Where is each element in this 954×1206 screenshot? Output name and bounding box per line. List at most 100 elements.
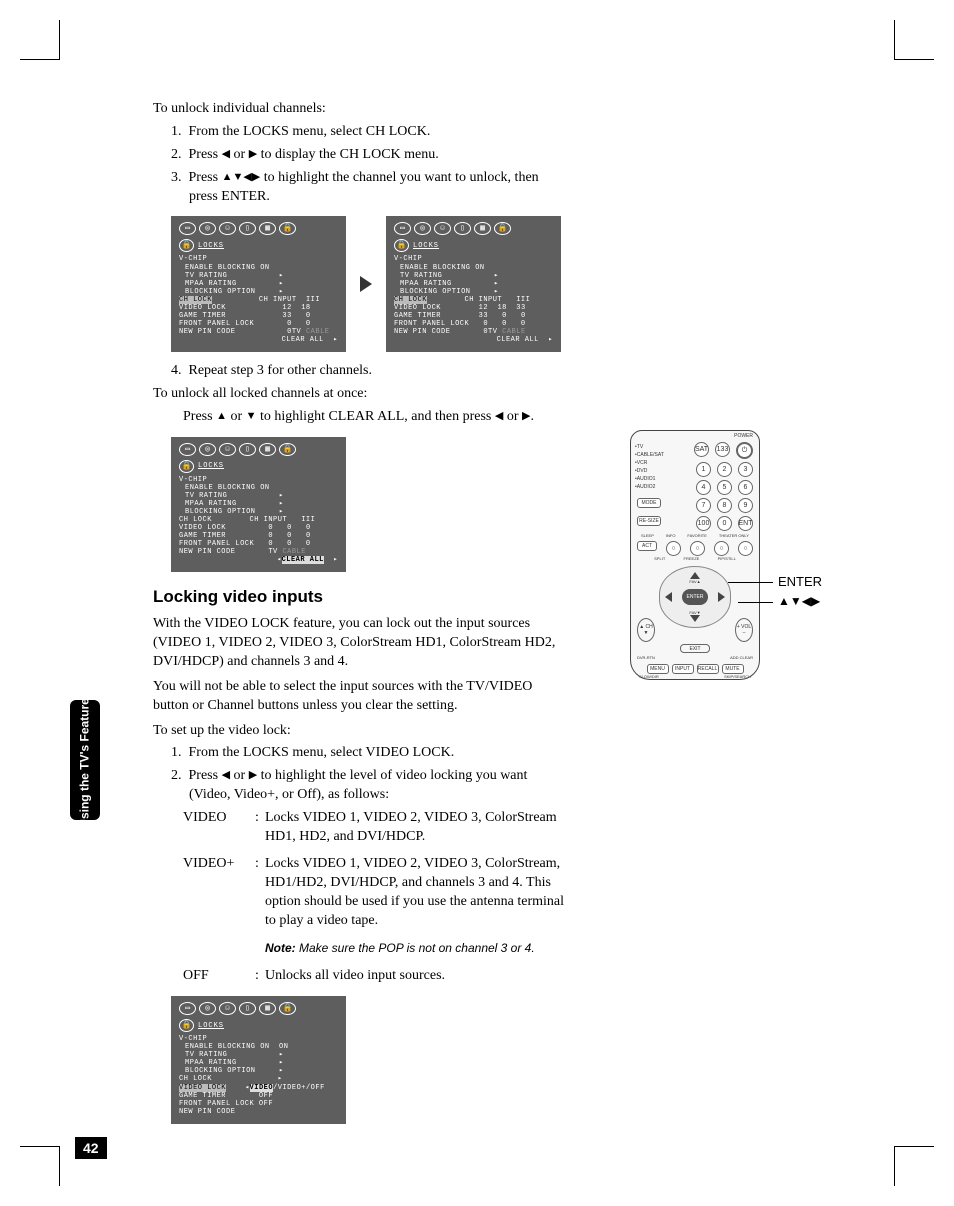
num-0-button[interactable]: 0 (717, 516, 732, 531)
mute-button[interactable]: MUTE (722, 664, 744, 674)
step-4: 4. Repeat step 3 for other channels. (171, 362, 568, 381)
osd-figure-row-2: ▭◎☺▯▦🔒 🔒LOCKS V-CHIP ENABLE BLOCKING ON … (171, 437, 568, 573)
page-number: 42 (75, 1137, 107, 1159)
osd-icon: 🔒 (279, 443, 296, 456)
vol-button[interactable]: + VOL – (735, 618, 753, 642)
osd-icon: ☺ (219, 1002, 236, 1015)
osd-icon: ▯ (454, 222, 471, 235)
info-button[interactable]: ○ (690, 541, 705, 556)
down-arrow-icon: ▼ (246, 410, 257, 422)
hundred-button[interactable]: 100 (696, 516, 711, 531)
osd-icon: ▭ (394, 222, 411, 235)
osd-icon: 🔒 (279, 1002, 296, 1015)
action-button[interactable]: ACT (637, 541, 657, 551)
resize-button[interactable]: RE-SIZE (637, 516, 661, 526)
para: You will not be able to select the input… (153, 678, 568, 716)
num-5-button[interactable]: 5 (717, 480, 732, 495)
mode-button[interactable]: MODE (637, 498, 661, 508)
para: With the VIDEO LOCK feature, you can loc… (153, 615, 568, 672)
callout-enter: ENTER (778, 574, 822, 589)
osd-icon: ▦ (259, 1002, 276, 1015)
num-1-button[interactable]: 1 (696, 462, 711, 477)
theater-button[interactable]: ○ (738, 541, 753, 556)
arrows-icon: ▲▼◀▶ (222, 171, 261, 183)
osd-icon: ◎ (199, 222, 216, 235)
unlock-all-intro: To unlock all locked channels at once: (153, 385, 568, 404)
right-arrow-button[interactable] (718, 592, 725, 602)
lock-icon: 🔒 (394, 239, 409, 252)
option-video-plus: VIDEO+: Locks VIDEO 1, VIDEO 2, VIDEO 3,… (153, 855, 568, 959)
remote-figure: •TV •CABLE/SAT •VCR •DVD •AUDIO1 •AUDIO2… (630, 430, 910, 680)
num-6-button[interactable]: 6 (738, 480, 753, 495)
osd-screenshot-2: ▭◎☺▯▦🔒 🔒LOCKS V-CHIP ENABLE BLOCKING ON … (386, 216, 561, 352)
osd-icon: ▦ (259, 443, 276, 456)
side-tab: Using the TV's Features (70, 700, 100, 820)
lock-icon: 🔒 (179, 239, 194, 252)
left-arrow-icon: ◀ (222, 148, 230, 160)
osd-icon: 🔒 (494, 222, 511, 235)
osd-figure-row-3: ▭◎☺▯▦🔒 🔒LOCKS V-CHIP ENABLE BLOCKING ON … (171, 996, 568, 1123)
osd-screenshot-4: ▭◎☺▯▦🔒 🔒LOCKS V-CHIP ENABLE BLOCKING ON … (171, 996, 346, 1123)
section-heading: Locking video inputs (153, 586, 568, 609)
num-2-button[interactable]: 2 (717, 462, 732, 477)
lock-icon: 🔒 (179, 1019, 194, 1032)
osd-icon: ▯ (239, 222, 256, 235)
callout-arrows: ▲▼◀▶ (778, 594, 820, 608)
num-4-button[interactable]: 4 (696, 480, 711, 495)
para: To set up the video lock: (153, 722, 568, 741)
num-3-button[interactable]: 3 (738, 462, 753, 477)
osd-icon: ◎ (414, 222, 431, 235)
osd-icon: ◎ (199, 443, 216, 456)
input-button[interactable]: INPUT (672, 664, 694, 674)
step-2: 2. Press ◀ or ▶ to display the CH LOCK m… (171, 146, 568, 165)
num-button[interactable]: 133 (715, 442, 730, 457)
up-arrow-icon: ▲ (216, 410, 227, 422)
ch-button[interactable]: ▲ CH ▼ (637, 618, 655, 642)
osd-screenshot-1: ▭◎☺▯▦🔒 🔒LOCKS V-CHIP ENABLE BLOCKING ON … (171, 216, 346, 352)
osd-icon: ▭ (179, 1002, 196, 1015)
enter-button[interactable]: ENTER (682, 589, 708, 605)
favorite-button[interactable]: ○ (714, 541, 729, 556)
osd-icon: ☺ (219, 443, 236, 456)
osd-icon: 🔒 (279, 222, 296, 235)
recall-button[interactable]: RECALL (697, 664, 719, 674)
osd-icon: ▭ (179, 443, 196, 456)
osd-icon: ◎ (199, 1002, 216, 1015)
step-3: 3. Press ▲▼◀▶ to highlight the channel y… (171, 169, 568, 207)
sleep-button[interactable]: ○ (666, 541, 681, 556)
num-9-button[interactable]: 9 (738, 498, 753, 513)
remote-control: •TV •CABLE/SAT •VCR •DVD •AUDIO1 •AUDIO2… (630, 430, 760, 680)
main-content: To unlock individual channels: 1. From t… (153, 100, 568, 1124)
osd-screenshot-3: ▭◎☺▯▦🔒 🔒LOCKS V-CHIP ENABLE BLOCKING ON … (171, 437, 346, 573)
unlock-all-step: Press ▲ or ▼ to highlight CLEAR ALL, and… (153, 408, 568, 427)
osd-icon: ☺ (434, 222, 451, 235)
osd-icon: ▦ (259, 222, 276, 235)
down-arrow-button[interactable] (690, 615, 700, 622)
step-2b: 2. Press ◀ or ▶ to highlight the level o… (171, 767, 568, 805)
osd-icon: ☺ (219, 222, 236, 235)
mode-labels: •TV •CABLE/SAT •VCR •DVD •AUDIO1 •AUDIO2 (635, 443, 664, 491)
sat-button[interactable]: SAT (694, 442, 709, 457)
power-button[interactable]: ⏻ (736, 442, 753, 459)
arrow-right-icon (360, 276, 372, 292)
lock-icon: 🔒 (179, 460, 194, 473)
exit-button[interactable]: EXIT (680, 644, 710, 653)
option-off: OFF: Unlocks all video input sources. (153, 967, 568, 986)
osd-icon: ▦ (474, 222, 491, 235)
option-video: VIDEO: Locks VIDEO 1, VIDEO 2, VIDEO 3, … (153, 809, 568, 847)
right-arrow-icon: ▶ (522, 410, 530, 422)
menu-button[interactable]: MENU (647, 664, 669, 674)
num-8-button[interactable]: 8 (717, 498, 732, 513)
step-1b: 1. From the LOCKS menu, select VIDEO LOC… (171, 744, 568, 763)
step-1: 1. From the LOCKS menu, select CH LOCK. (171, 123, 568, 142)
ent-button[interactable]: ENT (738, 516, 753, 531)
dpad[interactable]: FAV▲ ENTER FAV▼ (659, 566, 731, 628)
num-7-button[interactable]: 7 (696, 498, 711, 513)
left-arrow-icon: ◀ (222, 769, 230, 781)
osd-figure-row-1: ▭◎☺▯▦🔒 🔒LOCKS V-CHIP ENABLE BLOCKING ON … (171, 216, 568, 352)
up-arrow-button[interactable] (690, 572, 700, 579)
unlock-intro: To unlock individual channels: (153, 100, 568, 119)
osd-icon: ▭ (179, 222, 196, 235)
osd-icon: ▯ (239, 443, 256, 456)
left-arrow-button[interactable] (665, 592, 672, 602)
